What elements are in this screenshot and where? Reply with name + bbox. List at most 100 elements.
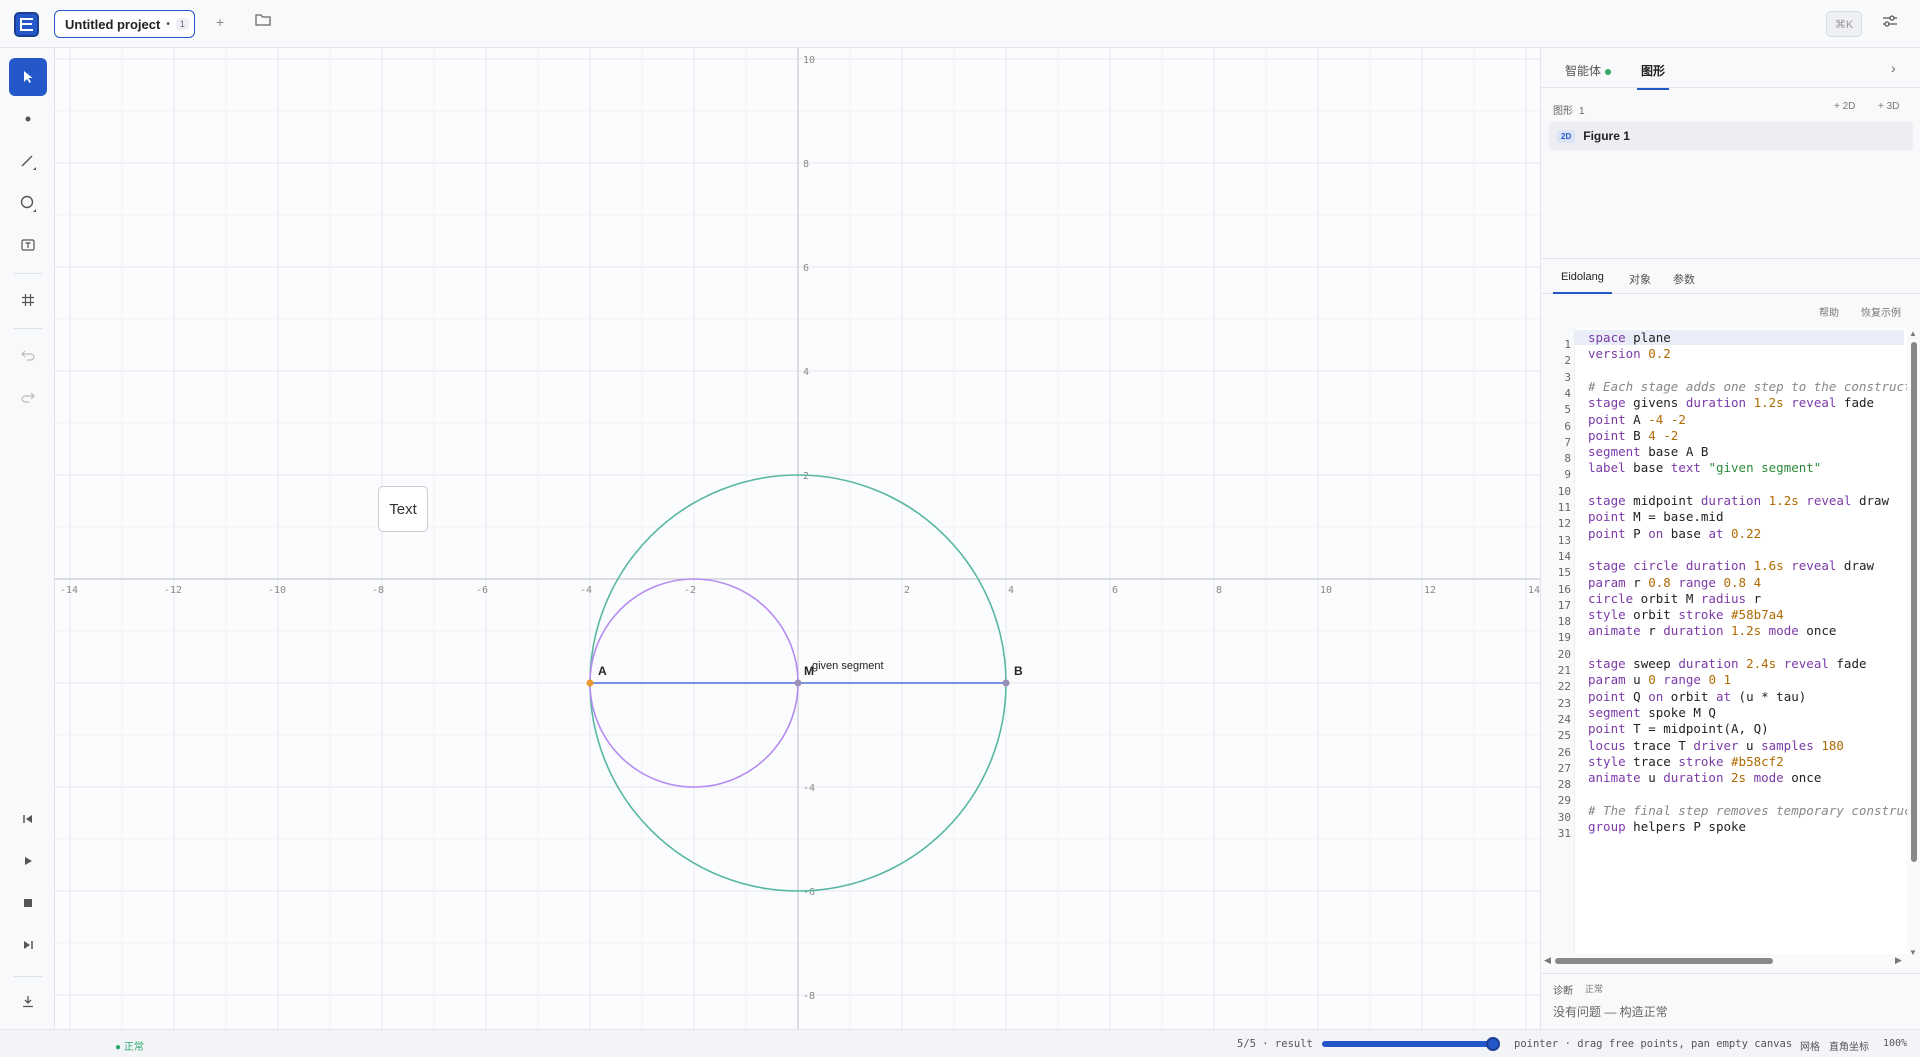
line-number: 6	[1564, 419, 1571, 433]
segment-tool[interactable]	[9, 142, 47, 180]
code-line[interactable]: style orbit stroke #58b7a4	[1588, 607, 1784, 622]
code-line[interactable]: stage givens duration 1.2s reveal fade	[1588, 395, 1874, 410]
code-line[interactable]: point M = base.mid	[1588, 509, 1723, 524]
diagnostics-panel: 诊断 正常 没有问题 — 构造正常	[1541, 973, 1920, 1029]
x-tick-label: -10	[268, 585, 286, 596]
restore-example-button[interactable]: 恢复示例	[1861, 304, 1901, 319]
code-line[interactable]: version 0.2	[1588, 346, 1671, 361]
code-line[interactable]: segment base A B	[1588, 444, 1708, 459]
project-tab[interactable]: Untitled project • 1	[54, 10, 195, 38]
code-line[interactable]: point P on base at 0.22	[1588, 526, 1761, 541]
line-number: 14	[1557, 549, 1571, 563]
timeline-knob[interactable]	[1486, 1037, 1500, 1051]
horizontal-scrollbar[interactable]: ◀ ▶	[1541, 954, 1907, 968]
x-tick-label: -12	[164, 585, 182, 596]
point-b[interactable]	[1002, 679, 1010, 687]
code-line[interactable]: label base text "given segment"	[1588, 460, 1821, 475]
skip-end-button[interactable]	[9, 926, 47, 964]
x-tick-label: 2	[904, 585, 910, 596]
add-2d-button[interactable]: + 2D	[1834, 101, 1855, 112]
vertical-scrollbar[interactable]: ▲ ▼	[1907, 328, 1920, 960]
tab-params[interactable]: 参数	[1673, 271, 1695, 287]
code-line[interactable]: point T = midpoint(A, Q)	[1588, 721, 1769, 736]
line-number: 16	[1557, 582, 1571, 596]
timeline-slider[interactable]	[1322, 1037, 1500, 1051]
tab-figures[interactable]: 图形	[1636, 62, 1670, 90]
code-line[interactable]: stage sweep duration 2.4s reveal fade	[1588, 656, 1867, 671]
tab-objects[interactable]: 对象	[1629, 271, 1651, 287]
redo-button[interactable]	[9, 378, 47, 416]
app-logo-icon[interactable]	[14, 12, 39, 37]
code-line[interactable]: locus trace T driver u samples 180	[1588, 738, 1844, 753]
figure-list-item[interactable]: 2D Figure 1	[1549, 122, 1913, 150]
text-tool[interactable]	[9, 226, 47, 264]
code-line[interactable]: point B 4 -2	[1588, 428, 1678, 443]
chevron-right-icon[interactable]: ›	[1891, 60, 1896, 76]
x-tick-label: 6	[1112, 585, 1118, 596]
code-line[interactable]: style trace stroke #b58cf2	[1588, 754, 1784, 769]
code-editor[interactable]: 1 2 3 4 5 6 7 8 9 10 11 12 13 14 15 16 17 18 19 20 21 22 23 24 2…	[1541, 328, 1920, 960]
point-m[interactable]	[794, 679, 802, 687]
diagnostics-message: 没有问题 — 构造正常	[1553, 1005, 1668, 1019]
code-line[interactable]: param r 0.8 range 0.8 4	[1588, 575, 1761, 590]
code-line[interactable]: segment spoke M Q	[1588, 705, 1716, 720]
text-placeholder-box[interactable]: Text	[378, 486, 428, 532]
zoom-level[interactable]: 100%	[1883, 1038, 1907, 1049]
code-line[interactable]: animate r duration 1.2s mode once	[1588, 623, 1836, 638]
code-line[interactable]: space plane	[1575, 330, 1904, 345]
point-a[interactable]	[586, 679, 594, 687]
add-3d-button[interactable]: + 3D	[1878, 101, 1899, 112]
command-palette-button[interactable]: ⌘K	[1826, 11, 1862, 37]
horizontal-scroll-thumb[interactable]	[1555, 958, 1773, 964]
undo-button[interactable]	[9, 336, 47, 374]
scroll-down-icon[interactable]: ▼	[1909, 948, 1917, 957]
export-button[interactable]	[9, 982, 47, 1020]
code-line[interactable]: stage midpoint duration 1.2s reveal draw	[1588, 493, 1889, 508]
app-window: Untitled project • 1 + ⌘K -14 -12 -10 -8…	[0, 0, 1920, 1057]
pointer-tool[interactable]	[9, 58, 47, 96]
x-tick-label: -2	[684, 585, 696, 596]
settings-sliders-icon[interactable]	[1882, 14, 1898, 31]
play-button[interactable]	[9, 842, 47, 880]
scroll-right-icon[interactable]: ▶	[1895, 955, 1902, 966]
grid-toggle[interactable]: 网格	[1800, 1038, 1820, 1053]
skip-end-icon	[24, 941, 33, 949]
vertical-scroll-thumb[interactable]	[1911, 342, 1917, 862]
line-number: 23	[1557, 696, 1571, 710]
point-tool[interactable]	[9, 100, 47, 138]
skip-start-button[interactable]	[9, 800, 47, 838]
scroll-up-icon[interactable]: ▲	[1909, 329, 1917, 338]
code-line[interactable]: group helpers P spoke	[1588, 819, 1746, 834]
x-tick-label: 10	[1320, 585, 1332, 596]
stop-button[interactable]	[9, 884, 47, 922]
circle-icon	[20, 195, 36, 212]
plot-svg[interactable]: -14 -12 -10 -8 -6 -4 -2 2 4 6 8 10 12 14 10 8 6 4 2 -4 -6 -8 A…	[55, 48, 1540, 1029]
code-line[interactable]: point A -4 -2	[1588, 412, 1686, 427]
code-line[interactable]: circle orbit M radius r	[1588, 591, 1761, 606]
code-line[interactable]: stage circle duration 1.6s reveal draw	[1588, 558, 1874, 573]
code-line[interactable]: animate u duration 2s mode once	[1588, 770, 1821, 785]
circle-tool[interactable]	[9, 184, 47, 222]
line-number: 25	[1557, 729, 1571, 743]
new-project-plus-icon[interactable]: +	[216, 14, 224, 30]
grid-tool[interactable]	[9, 281, 47, 319]
line-number: 9	[1564, 468, 1571, 482]
mode-hint: pointer · drag free points, pan empty ca…	[1514, 1038, 1793, 1050]
open-folder-icon[interactable]	[255, 12, 271, 29]
geometry-canvas[interactable]: -14 -12 -10 -8 -6 -4 -2 2 4 6 8 10 12 14 10 8 6 4 2 -4 -6 -8 A…	[55, 48, 1540, 1029]
code-line[interactable]: param u 0 range 0 1	[1588, 672, 1731, 687]
code-line[interactable]: point Q on orbit at (u * tau)	[1588, 689, 1806, 704]
figures-header: 图形 1	[1553, 106, 1585, 117]
right-panel: 智能体 图形 › 图形 1 + 2D + 3D 2D Figure 1 Eidol…	[1540, 48, 1920, 1029]
scroll-left-icon[interactable]: ◀	[1544, 955, 1551, 966]
coordinate-mode-toggle[interactable]: 直角坐标	[1829, 1038, 1869, 1053]
tab-eidolang[interactable]: Eidolang	[1553, 271, 1612, 294]
help-button[interactable]: 帮助	[1819, 304, 1839, 319]
code-line[interactable]: # The final step removes temporary const…	[1588, 803, 1919, 818]
tab-agent[interactable]: 智能体	[1565, 62, 1612, 79]
agent-online-dot	[1605, 68, 1612, 75]
code-line[interactable]: # Each stage adds one step to the constr…	[1588, 379, 1912, 394]
panel-tabs: 智能体 图形 ›	[1541, 48, 1920, 90]
x-tick-label: -4	[580, 585, 592, 596]
status-bar: ● 正常 5/5 · result pointer · drag free po…	[0, 1029, 1920, 1057]
